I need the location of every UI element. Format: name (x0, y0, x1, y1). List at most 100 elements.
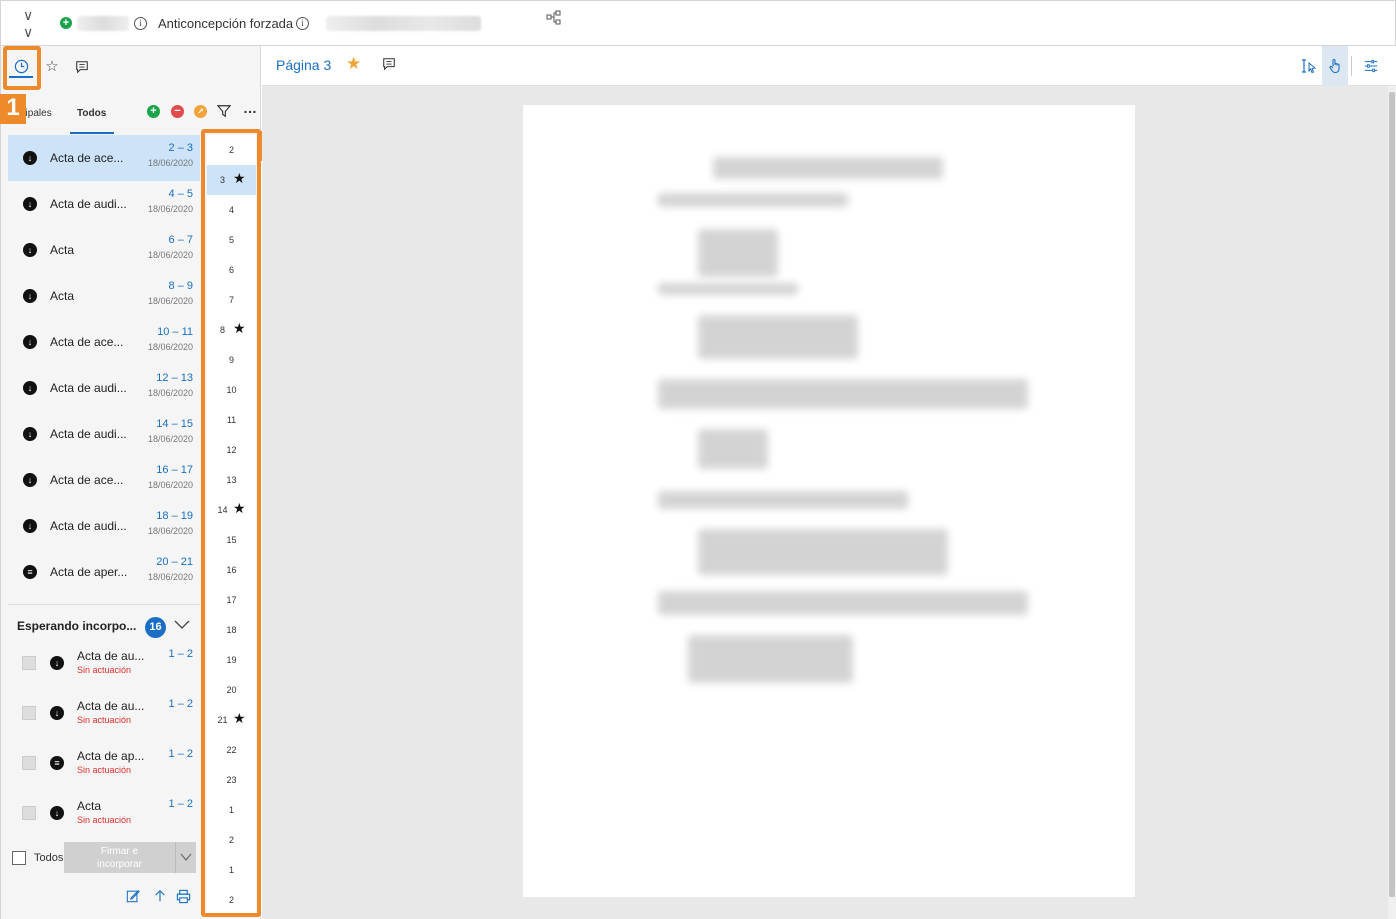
waiting-page-range[interactable]: 1 – 2 (169, 798, 193, 810)
waiting-name: Acta de ap... (77, 749, 145, 763)
page-title: Página 3 (276, 57, 332, 73)
document-page-range[interactable]: 12 – 13 (156, 372, 193, 384)
waiting-name: Acta (77, 799, 102, 813)
redacted-field (326, 16, 481, 31)
select-all-checkbox[interactable] (12, 851, 26, 865)
document-page-range[interactable]: 10 – 11 (157, 326, 193, 338)
document-date: 18/06/2020 (147, 296, 193, 306)
comment-icon[interactable] (382, 57, 396, 71)
download-icon: ↓ (50, 806, 64, 820)
annotation-box-1 (3, 46, 41, 90)
document-row[interactable]: ↓ Acta de ace... 10 – 11 18/06/2020 (8, 319, 200, 365)
chevrons-down-icon[interactable]: ∨ ∨ (23, 7, 33, 41)
info-icon[interactable]: i (296, 17, 309, 30)
document-row[interactable]: ↓ Acta de audi... 4 – 5 18/06/2020 (8, 181, 200, 227)
add-green-icon[interactable]: + (147, 105, 160, 118)
document-page (523, 105, 1135, 897)
waiting-section-header[interactable]: Esperando incorpo... 16 (8, 604, 200, 644)
case-title: Anticoncepción forzada (158, 16, 294, 31)
document-name: Acta de audi... (50, 381, 127, 395)
sign-dropdown-button[interactable] (175, 842, 196, 873)
waiting-title: Esperando incorpo... (17, 619, 137, 633)
chevron-down-icon[interactable] (173, 615, 191, 633)
orange-action-icon[interactable]: ↗ (194, 105, 207, 118)
waiting-list: ↓ Acta de au... Sin actuación 1 – 2 ↓ Acta de… (8, 644, 200, 844)
tab-todos[interactable]: Todos (77, 108, 106, 119)
remove-red-icon[interactable]: − (171, 105, 184, 118)
info-icon[interactable]: i (134, 17, 147, 30)
document-row[interactable]: ↓ Acta de audi... 14 – 15 18/06/2020 (8, 411, 200, 457)
document-page-range[interactable]: 14 – 15 (156, 418, 193, 430)
more-icon[interactable]: … (243, 100, 257, 116)
waiting-page-range[interactable]: 1 – 2 (169, 698, 193, 710)
star-filled-icon[interactable]: ★ (346, 54, 361, 74)
document-icon: ≡ (50, 756, 64, 770)
document-page-range[interactable]: 18 – 19 (156, 510, 193, 522)
document-row[interactable]: ↓ Acta de audi... 18 – 19 18/06/2020 (8, 503, 200, 549)
document-date: 18/06/2020 (147, 572, 193, 582)
edit-icon[interactable] (126, 889, 140, 903)
document-list: ↓ Acta de ace... 2 – 3 18/06/2020 ↓ Acta de a… (8, 135, 200, 595)
filter-icon[interactable] (217, 104, 231, 118)
document-name: Acta de ace... (50, 335, 124, 349)
download-icon: ↓ (50, 706, 64, 720)
download-icon: ↓ (23, 289, 37, 303)
waiting-status: Sin actuación (77, 765, 132, 775)
download-icon: ↓ (50, 656, 64, 670)
waiting-checkbox[interactable] (22, 756, 36, 770)
download-icon: ↓ (23, 243, 37, 257)
waiting-row[interactable]: ≡ Acta de ap... Sin actuación 1 – 2 (8, 744, 200, 794)
toolbar-divider (1351, 56, 1352, 76)
waiting-row[interactable]: ↓ Acta de au... Sin actuación 1 – 2 (8, 644, 200, 694)
upload-icon[interactable] (153, 889, 167, 903)
redacted-field (77, 16, 129, 31)
star-outline-icon[interactable]: ☆ (40, 56, 64, 78)
document-page-range[interactable]: 16 – 17 (156, 464, 193, 476)
plus-circle-icon[interactable]: + (60, 17, 72, 29)
tab-underline (70, 132, 114, 134)
print-icon[interactable] (176, 889, 191, 904)
text-select-icon[interactable] (1296, 46, 1322, 86)
download-icon: ↓ (23, 151, 37, 165)
document-row[interactable]: ↓ Acta 8 – 9 18/06/2020 (8, 273, 200, 319)
waiting-name: Acta de au... (77, 649, 145, 663)
document-row[interactable]: ≡ Acta de aper... 20 – 21 18/06/2020 (8, 549, 200, 595)
document-date: 18/06/2020 (147, 204, 193, 214)
waiting-checkbox[interactable] (22, 806, 36, 820)
document-date: 18/06/2020 (147, 158, 193, 168)
document-date: 18/06/2020 (147, 250, 193, 260)
document-date: 18/06/2020 (147, 526, 193, 536)
document-page-range[interactable]: 2 – 3 (169, 142, 193, 154)
download-icon: ↓ (23, 335, 37, 349)
waiting-name: Acta de au... (77, 699, 145, 713)
viewer-scrollbar-thumb[interactable] (1389, 92, 1395, 897)
document-name: Acta (50, 289, 75, 303)
document-row[interactable]: ↓ Acta 6 – 7 18/06/2020 (8, 227, 200, 273)
document-page-range[interactable]: 20 – 21 (156, 556, 193, 568)
comment-icon[interactable] (70, 56, 94, 78)
sliders-icon[interactable] (1358, 46, 1384, 86)
hand-pointer-icon[interactable] (1322, 46, 1348, 86)
waiting-page-range[interactable]: 1 – 2 (169, 748, 193, 760)
document-page-range[interactable]: 6 – 7 (169, 234, 193, 246)
sign-and-incorporate-button[interactable]: Firmar e incorporar (64, 842, 175, 873)
document-row[interactable]: ↓ Acta de ace... 16 – 17 18/06/2020 (8, 457, 200, 503)
waiting-row[interactable]: ↓ Acta Sin actuación 1 – 2 (8, 794, 200, 844)
document-page-range[interactable]: 4 – 5 (169, 188, 193, 200)
download-icon: ↓ (23, 197, 37, 211)
document-page-range[interactable]: 8 – 9 (169, 280, 193, 292)
waiting-row[interactable]: ↓ Acta de au... Sin actuación 1 – 2 (8, 694, 200, 744)
waiting-status: Sin actuación (77, 815, 132, 825)
waiting-checkbox[interactable] (22, 656, 36, 670)
document-name: Acta (50, 243, 75, 257)
top-bar: ∨ ∨ + i Anticoncepción forzada i (0, 0, 1396, 46)
download-icon: ↓ (23, 473, 37, 487)
document-name: Acta de aper... (50, 565, 128, 579)
document-row[interactable]: ↓ Acta de ace... 2 – 3 18/06/2020 (8, 135, 200, 181)
tree-diagram-icon[interactable] (546, 10, 562, 26)
document-name: Acta de audi... (50, 197, 127, 211)
document-row[interactable]: ↓ Acta de audi... 12 – 13 18/06/2020 (8, 365, 200, 411)
waiting-checkbox[interactable] (22, 706, 36, 720)
download-icon: ↓ (23, 519, 37, 533)
waiting-page-range[interactable]: 1 – 2 (169, 648, 193, 660)
